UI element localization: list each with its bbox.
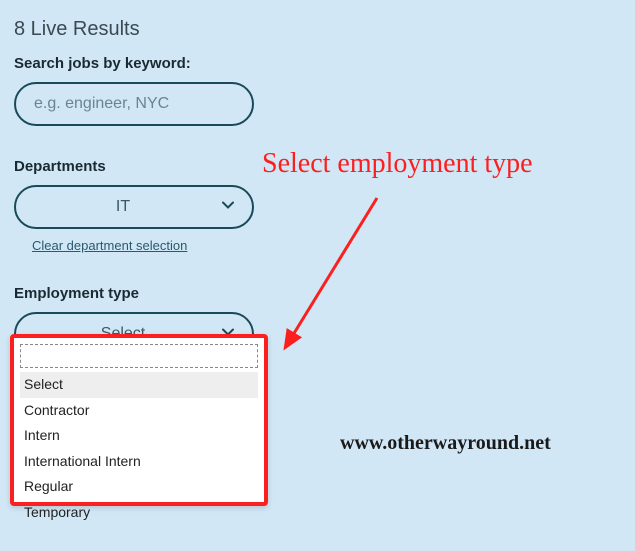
employment-label: Employment type [14,285,621,302]
dropdown-option[interactable]: International Intern [20,449,258,475]
employment-dropdown[interactable]: Select Contractor Intern International I… [10,334,268,506]
departments-selected-value: IT [116,198,130,216]
dropdown-option[interactable]: Temporary [20,500,258,526]
dropdown-search-input[interactable] [20,344,258,368]
search-label: Search jobs by keyword: [14,55,621,72]
search-input[interactable] [14,82,254,126]
clear-department-link[interactable]: Clear department selection [32,238,187,253]
dropdown-option[interactable]: Select [20,372,258,398]
dropdown-option[interactable]: Regular [20,474,258,500]
dropdown-option[interactable]: Contractor [20,398,258,424]
results-count: 8 Live Results [14,18,621,41]
departments-select[interactable]: IT [14,185,254,229]
dropdown-option[interactable]: Intern [20,423,258,449]
website-watermark: www.otherwayround.net [340,432,551,455]
chevron-down-icon [220,197,236,218]
annotation-text: Select employment type [262,148,533,180]
